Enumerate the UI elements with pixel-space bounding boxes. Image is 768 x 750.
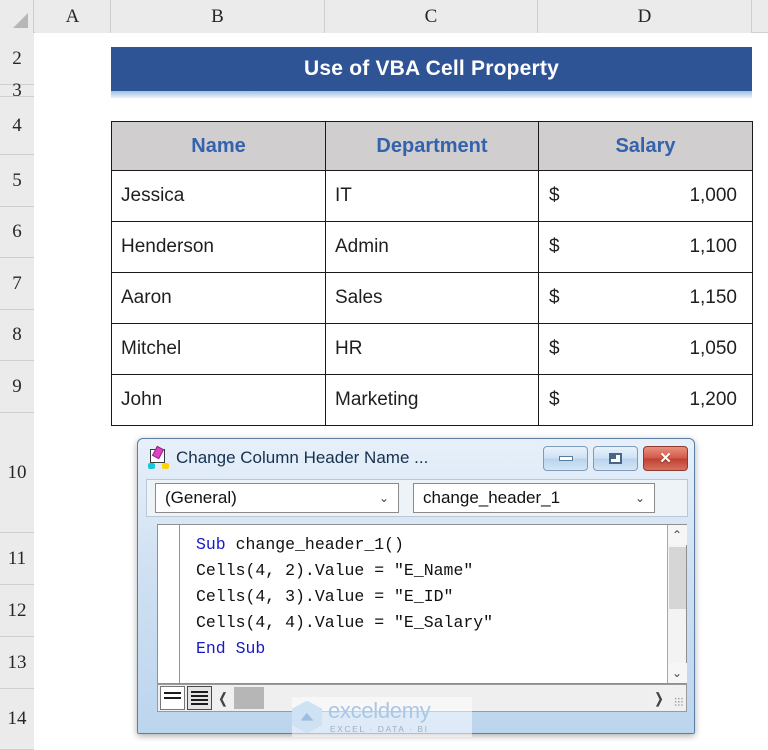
vba-code-pane[interactable]: Sub change_header_1() Cells(4, 2).Value … <box>157 524 687 684</box>
code-margin-indicator-bar[interactable] <box>158 525 180 683</box>
row-header-3[interactable]: 3 <box>0 80 34 101</box>
column-header-strip: A B C D <box>0 0 768 33</box>
maximize-button[interactable] <box>593 445 638 471</box>
code-line-1-keyword: Sub <box>196 535 226 554</box>
cell-name[interactable]: Mitchel <box>111 323 326 375</box>
cell-salary[interactable]: $ 1,050 <box>538 323 753 375</box>
row-header-7[interactable]: 7 <box>0 258 34 310</box>
cell-name[interactable]: Aaron <box>111 272 326 324</box>
vba-combo-toolbar: (General) ⌄ change_header_1 ⌄ <box>146 479 688 517</box>
row-header-10[interactable]: 10 <box>0 413 34 533</box>
cell-name[interactable]: John <box>111 374 326 426</box>
table-header-name[interactable]: Name <box>111 121 326 171</box>
row-header-6[interactable]: 6 <box>0 207 34 258</box>
vba-module-icon <box>148 445 169 469</box>
column-header-b[interactable]: B <box>111 0 325 33</box>
row-header-8[interactable]: 8 <box>0 310 34 361</box>
horizontal-scrollbar-thumb[interactable] <box>234 687 264 709</box>
salary-amount: 1,000 <box>689 185 737 206</box>
select-all-triangle-icon <box>13 13 28 28</box>
excel-screenshot: A B C D 2 3 4 5 6 7 8 9 10 11 12 13 14 U… <box>0 0 768 750</box>
horizontal-scrollbar-track[interactable] <box>264 687 648 709</box>
salary-amount: 1,150 <box>689 287 737 308</box>
row-header-4[interactable]: 4 <box>0 97 34 155</box>
row-header-5[interactable]: 5 <box>0 155 34 207</box>
currency-symbol: $ <box>549 338 560 359</box>
cell-salary[interactable]: $ 1,000 <box>538 170 753 222</box>
procedure-dropdown[interactable]: change_header_1 ⌄ <box>413 483 655 513</box>
code-line-3: Cells(4, 3).Value = "E_ID" <box>196 587 454 606</box>
vba-bottom-bar: ❬ ❭ <box>157 684 687 712</box>
window-controls: ✕ <box>543 445 688 471</box>
vba-window-title: Change Column Header Name ... <box>176 448 429 467</box>
sheet-title-text: Use of VBA Cell Property <box>304 57 559 80</box>
full-module-view-button[interactable] <box>187 686 212 710</box>
cell-department[interactable]: HR <box>325 323 539 375</box>
cell-salary[interactable]: $ 1,150 <box>538 272 753 324</box>
vba-window-titlebar[interactable]: Change Column Header Name ... ✕ <box>138 439 694 477</box>
maximize-icon <box>609 452 622 464</box>
table-header-department[interactable]: Department <box>325 121 539 171</box>
table-row: Jessica IT $ 1,000 <box>111 170 753 222</box>
cell-department[interactable]: Admin <box>325 221 539 273</box>
resize-grip-icon[interactable] <box>670 687 686 709</box>
code-line-2: Cells(4, 2).Value = "E_Name" <box>196 561 474 580</box>
table-row: Henderson Admin $ 1,100 <box>111 221 753 273</box>
scroll-up-arrow-icon[interactable]: ⌃ <box>667 525 687 545</box>
column-header-a[interactable]: A <box>35 0 111 33</box>
scroll-right-arrow-icon[interactable]: ❭ <box>648 690 670 707</box>
cell-salary[interactable]: $ 1,200 <box>538 374 753 426</box>
cell-salary[interactable]: $ 1,100 <box>538 221 753 273</box>
employee-table: Name Department Salary Jessica IT $ 1,00… <box>111 121 753 426</box>
procedure-view-button[interactable] <box>160 686 185 710</box>
cell-department[interactable]: IT <box>325 170 539 222</box>
chevron-down-icon: ⌄ <box>378 491 390 505</box>
salary-amount: 1,200 <box>689 389 737 410</box>
cell-department[interactable]: Marketing <box>325 374 539 426</box>
row-header-9[interactable]: 9 <box>0 361 34 413</box>
code-line-1-rest: change_header_1() <box>225 535 404 554</box>
row-header-2[interactable]: 2 <box>0 33 34 85</box>
table-row: Aaron Sales $ 1,150 <box>111 272 753 324</box>
minimize-icon <box>558 455 573 461</box>
chevron-down-icon: ⌄ <box>634 491 646 505</box>
table-header-row: Name Department Salary <box>111 121 753 171</box>
row-header-strip: 2 3 4 5 6 7 8 9 10 11 12 13 14 <box>0 33 34 750</box>
row-header-12[interactable]: 12 <box>0 585 34 637</box>
currency-symbol: $ <box>549 287 560 308</box>
vertical-scrollbar-thumb[interactable] <box>668 547 686 609</box>
procedure-dropdown-value: change_header_1 <box>423 488 561 507</box>
sheet-title-banner: Use of VBA Cell Property <box>111 47 752 91</box>
sheet-title-underline <box>111 91 752 98</box>
vba-code-text[interactable]: Sub change_header_1() Cells(4, 2).Value … <box>180 525 667 683</box>
currency-symbol: $ <box>549 185 560 206</box>
scroll-left-arrow-icon[interactable]: ❬ <box>212 690 234 707</box>
object-dropdown[interactable]: (General) ⌄ <box>155 483 399 513</box>
cell-name[interactable]: Henderson <box>111 221 326 273</box>
table-header-salary[interactable]: Salary <box>538 121 753 171</box>
code-line-5: End Sub <box>196 639 266 658</box>
salary-amount: 1,050 <box>689 338 737 359</box>
currency-symbol: $ <box>549 389 560 410</box>
minimize-button[interactable] <box>543 445 588 471</box>
currency-symbol: $ <box>549 236 560 257</box>
scroll-down-arrow-icon[interactable]: ⌄ <box>667 663 687 683</box>
row-header-14[interactable]: 14 <box>0 689 34 750</box>
cell-name[interactable]: Jessica <box>111 170 326 222</box>
object-dropdown-value: (General) <box>165 488 237 507</box>
cell-department[interactable]: Sales <box>325 272 539 324</box>
vba-editor-window[interactable]: Change Column Header Name ... ✕ (General… <box>137 438 695 734</box>
salary-amount: 1,100 <box>689 236 737 257</box>
close-icon: ✕ <box>659 449 672 467</box>
select-all-corner[interactable] <box>0 0 34 33</box>
code-vertical-scrollbar[interactable]: ⌃ ⌄ <box>667 525 687 683</box>
column-header-d[interactable]: D <box>538 0 752 33</box>
table-row: John Marketing $ 1,200 <box>111 374 753 426</box>
row-header-13[interactable]: 13 <box>0 637 34 689</box>
column-header-c[interactable]: C <box>325 0 538 33</box>
code-line-4: Cells(4, 4).Value = "E_Salary" <box>196 613 494 632</box>
close-button[interactable]: ✕ <box>643 445 688 471</box>
table-row: Mitchel HR $ 1,050 <box>111 323 753 375</box>
row-header-11[interactable]: 11 <box>0 533 34 585</box>
